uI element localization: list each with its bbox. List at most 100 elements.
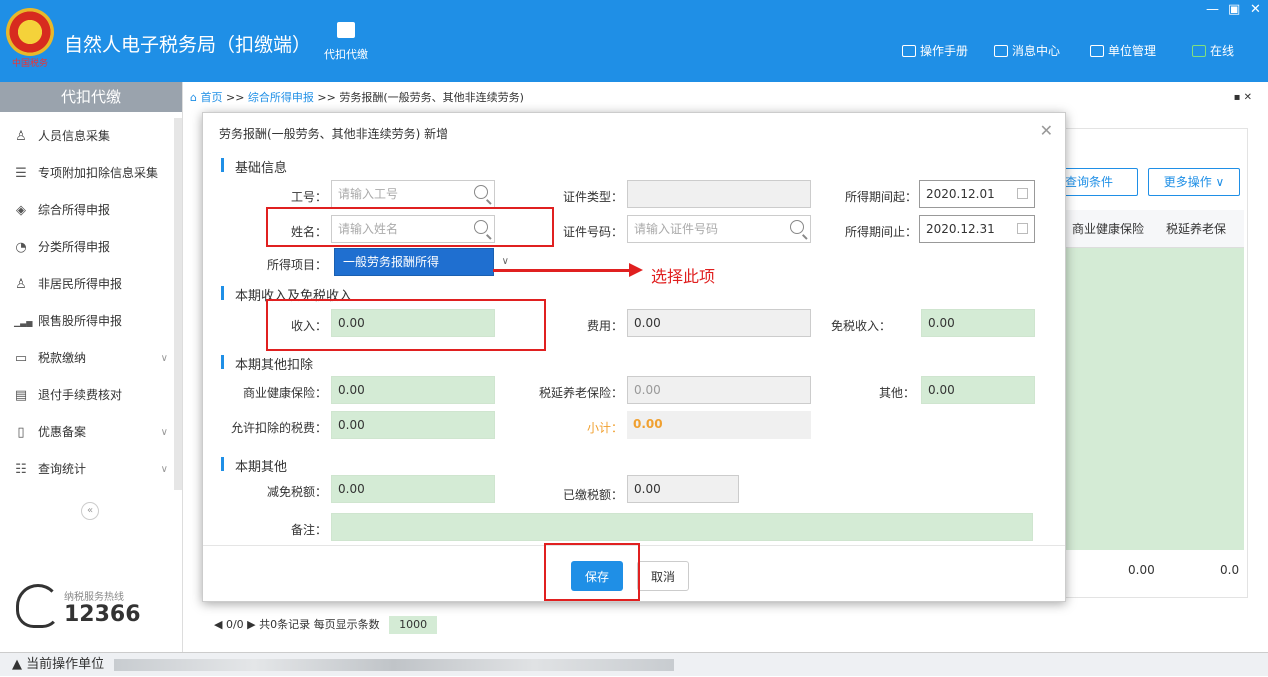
sidebar-item-7[interactable]: ▤ 退付手续费核对 (0, 377, 176, 414)
other-deduct-input[interactable]: 0.00 (921, 376, 1035, 404)
period-end-input[interactable]: 2020.12.31 (919, 215, 1035, 243)
sidebar-item-9[interactable]: ☷ 查询统计 ∨ (0, 451, 176, 488)
subtotal-value: 0.00 (627, 411, 811, 439)
sidebar-header: 代扣代缴 (0, 82, 182, 112)
chevron-down-icon[interactable]: ∨ (161, 340, 168, 377)
id-no-input[interactable]: 请输入证件号码 (627, 215, 811, 243)
sidebar-item-4[interactable]: ♙ 非居民所得申报 (0, 266, 176, 303)
sidebar-scrollbar[interactable] (174, 118, 182, 490)
maximize-button[interactable]: ▣ (1228, 2, 1240, 17)
person-icon: ♙ (15, 129, 27, 144)
sidebar-item-label: 综合所得申报 (38, 203, 111, 217)
sidebar-item-label: 分类所得申报 (38, 240, 111, 254)
income-item-label: 所得项目： (266, 258, 327, 272)
paid-tax-input[interactable]: 0.00 (627, 475, 739, 503)
building-icon (1090, 45, 1104, 57)
online-status[interactable]: 在线 (1192, 42, 1234, 59)
doc-check-icon: ▤ (14, 388, 28, 403)
id-type-select[interactable] (627, 180, 811, 208)
sidebar-item-1[interactable]: ☰ 专项附加扣除信息采集 (0, 155, 176, 192)
sidebar-item-0[interactable]: ♙ 人员信息采集 (0, 118, 176, 155)
sidebar-item-3[interactable]: ◔ 分类所得申报 (0, 229, 176, 266)
search-icon[interactable] (790, 220, 804, 234)
breadcrumb-level1[interactable]: 综合所得申报 (248, 91, 314, 104)
period-start-input[interactable]: 2020.12.01 (919, 180, 1035, 208)
home-icon[interactable]: ⌂ (190, 91, 200, 104)
fee-input[interactable]: 0.00 (627, 309, 811, 337)
messages-link[interactable]: 消息中心 (994, 42, 1060, 59)
more-actions-button[interactable]: 更多操作 ∨ (1148, 168, 1240, 196)
calendar-icon[interactable] (1017, 223, 1028, 234)
pension-ins-label: 税延养老保险： (538, 386, 623, 400)
dialog-close-button[interactable]: ✕ (1040, 121, 1053, 140)
period-start-label: 所得期间起： (844, 190, 917, 204)
collapse-sidebar-button[interactable]: « (81, 502, 99, 520)
sidebar-item-label: 限售股所得申报 (38, 314, 123, 328)
file-icon: ▯ (17, 425, 25, 440)
tax-free-input[interactable]: 0.00 (921, 309, 1035, 337)
app-title: 自然人电子税务局（扣缴端） (64, 34, 312, 56)
pension-ins-input[interactable]: 0.00 (627, 376, 811, 404)
emblem-text: 中国税务 (11, 59, 48, 69)
hotline-number: 12366 (64, 602, 141, 627)
highlight-name-field (266, 207, 554, 247)
tax-reduction-label: 减免税额： (266, 485, 327, 499)
breadcrumb-current: 劳务报酬(一般劳务、其他非连续劳务) (339, 91, 524, 104)
headset-icon (16, 584, 60, 628)
remark-label: 备注： (290, 523, 327, 537)
fee-label: 费用： (586, 319, 623, 333)
unit-name-redacted (114, 658, 675, 671)
income-item-select[interactable]: 一般劳务报酬所得 ∨ (334, 248, 509, 276)
status-bar: ▲ 当前操作单位 (0, 652, 1268, 676)
bar-chart-icon: ▁▃▅ (14, 318, 33, 327)
allowed-tax-input[interactable]: 0.00 (331, 411, 495, 439)
table-body (1064, 248, 1244, 550)
hotline-label: 纳税服务热线 (64, 592, 124, 603)
search-icon[interactable] (474, 185, 488, 199)
col-header-pension: 税延养老保 (1166, 222, 1227, 236)
manual-link[interactable]: 操作手册 (902, 42, 968, 59)
tax-free-label: 免税收入： (830, 319, 891, 333)
sidebar-item-5[interactable]: ▁▃▅ 限售股所得申报 (0, 303, 176, 340)
id-no-label: 证件号码： (562, 225, 623, 239)
sidebar-item-label: 优惠备案 (38, 425, 87, 439)
unit-management-link[interactable]: 单位管理 (1090, 42, 1156, 59)
col-header-health: 商业健康保险 (1072, 222, 1145, 236)
subtotal-label: 小计： (586, 421, 623, 435)
footer-total-2: 0.0 (1220, 563, 1240, 577)
health-ins-input[interactable]: 0.00 (331, 376, 495, 404)
sidebar-item-label: 查询统计 (38, 462, 87, 476)
tab-close-controls[interactable]: ▪ ✕ (1234, 92, 1252, 103)
add-record-dialog: 劳务报酬(一般劳务、其他非连续劳务) 新增 ✕ 基础信息 工号： 请输入工号 证… (202, 112, 1066, 602)
cancel-button[interactable]: 取消 (637, 561, 689, 591)
period-end-label: 所得期间止： (844, 225, 917, 239)
sidebar-item-8[interactable]: ▯ 优惠备案 ∨ (0, 414, 176, 451)
user-icon: ▲ (12, 657, 22, 672)
sidebar: 代扣代缴 ♙ 人员信息采集 ☰ 专项附加扣除信息采集 ◈ 综合所得申报 ◔ 分类所得申报 ♙ 非居… (0, 82, 183, 652)
wallet-icon: ▭ (14, 351, 28, 366)
minimize-button[interactable]: — (1206, 2, 1219, 17)
list-icon: ☰ (15, 166, 27, 181)
breadcrumb-home[interactable]: 首页 (200, 91, 222, 104)
tax-reduction-input[interactable]: 0.00 (331, 475, 495, 503)
tax-emblem-logo (6, 8, 54, 56)
section-basic: 基础信息 (220, 157, 287, 176)
wallet-icon (337, 22, 355, 38)
chevron-down-icon[interactable]: ∨ (161, 414, 168, 451)
job-no-input[interactable]: 请输入工号 (331, 180, 495, 208)
calendar-icon[interactable] (1017, 188, 1028, 199)
remark-input[interactable] (331, 513, 1033, 541)
breadcrumb: ⌂ 首页 >> 综合所得申报 >> 劳务报酬(一般劳务、其他非连续劳务) (190, 91, 524, 104)
sidebar-item-label: 人员信息采集 (38, 129, 111, 143)
module-tab-withholding[interactable]: 代扣代缴 (322, 22, 370, 62)
mail-icon (994, 45, 1008, 57)
page-size-select[interactable]: 1000 (389, 616, 438, 634)
close-window-button[interactable]: ✕ (1250, 2, 1261, 17)
sidebar-item-2[interactable]: ◈ 综合所得申报 (0, 192, 176, 229)
health-ins-label: 商业健康保险： (242, 386, 327, 400)
dialog-title: 劳务报酬(一般劳务、其他非连续劳务) 新增 (219, 127, 449, 141)
sidebar-item-6[interactable]: ▭ 税款缴纳 ∨ (0, 340, 176, 377)
paid-tax-label: 已缴税额： (562, 488, 623, 502)
manual-icon (902, 45, 916, 57)
chevron-down-icon[interactable]: ∨ (161, 451, 168, 488)
